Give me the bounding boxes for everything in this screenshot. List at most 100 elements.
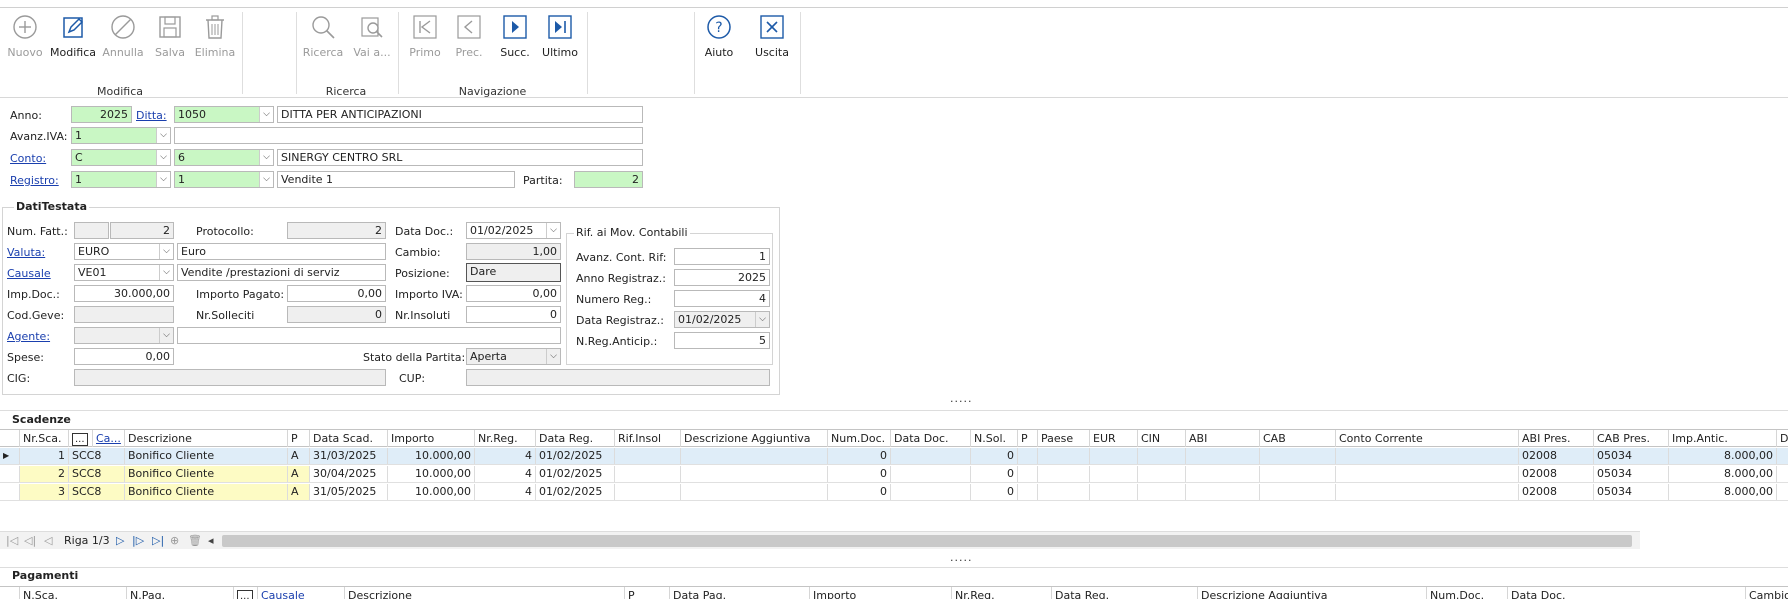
cell-n-sol[interactable]: 0 — [971, 448, 1018, 464]
n-reg-anticip-field[interactable]: 5 — [674, 332, 770, 349]
col-da[interactable]: Da — [1777, 430, 1788, 447]
cell-descrizione-aggiuntiva[interactable] — [681, 448, 828, 464]
cell-p2[interactable] — [1018, 466, 1038, 482]
col-importo[interactable]: Importo — [810, 587, 952, 599]
chevron-down-icon[interactable]: ⌵ — [156, 128, 170, 143]
nav-add-icon[interactable]: ⊕ — [170, 532, 179, 550]
col-p[interactable]: P — [288, 430, 310, 447]
chevron-down-icon[interactable]: ⌵ — [159, 328, 173, 343]
col-descrizione[interactable]: Descrizione — [345, 587, 625, 599]
cell-p[interactable]: A — [288, 448, 310, 464]
anno-field[interactable]: 2025 — [71, 106, 132, 123]
table-row[interactable]: ▶ 1 SCC8 Bonifico Cliente A 31/03/2025 1… — [0, 448, 1788, 465]
num-fatt-prefix-field[interactable] — [74, 222, 109, 239]
causale-link[interactable]: Causale — [7, 267, 51, 280]
cell-imp-antic[interactable]: 8.000,00 — [1669, 484, 1777, 500]
importo-iva-field[interactable]: 0,00 — [466, 285, 561, 302]
nav-last-icon[interactable]: ▷| — [152, 532, 164, 550]
cell-importo[interactable]: 10.000,00 — [388, 466, 475, 482]
cell-cab[interactable] — [1260, 448, 1336, 464]
ditta-code-field[interactable]: 1050 ⌵ — [174, 106, 274, 123]
cell-cab-pres[interactable]: 05034 — [1594, 448, 1669, 464]
succ-button[interactable]: Succ. — [490, 14, 540, 59]
ditta-name-field[interactable]: DITTA PER ANTICIPAZIONI — [277, 106, 643, 123]
cell-rif-insol[interactable] — [615, 484, 681, 500]
chevron-down-icon[interactable]: ⌵ — [755, 312, 769, 327]
cell-nr-reg[interactable]: 4 — [475, 448, 536, 464]
col-data-doc[interactable]: Data Doc. — [891, 430, 971, 447]
importo-pagato-field[interactable]: 0,00 — [287, 285, 386, 302]
col-abi[interactable]: ABI — [1186, 430, 1260, 447]
protocollo-field[interactable]: 2 — [287, 222, 386, 239]
nav-prev-page-icon[interactable]: ◁| — [24, 532, 36, 550]
chevron-down-icon[interactable]: ⌵ — [156, 150, 170, 165]
cell-importo[interactable]: 10.000,00 — [388, 484, 475, 500]
cell-cab-pres[interactable]: 05034 — [1594, 484, 1669, 500]
cell-abi-pres[interactable]: 02008 — [1519, 466, 1594, 482]
col-nr-sca[interactable]: Nr.Sca. — [20, 430, 69, 447]
causale-field[interactable]: VE01 ⌵ — [74, 264, 174, 281]
cup-field[interactable] — [466, 369, 770, 386]
cell-descrizione[interactable]: Bonifico Cliente — [125, 466, 288, 482]
agente-desc-field[interactable] — [177, 327, 561, 344]
col-descrizione[interactable]: Descrizione — [125, 430, 288, 447]
cell-abi[interactable] — [1186, 466, 1260, 482]
cell-descrizione[interactable]: Bonifico Cliente — [125, 484, 288, 500]
col-cab[interactable]: CAB — [1260, 430, 1336, 447]
registro-name-field[interactable]: Vendite 1 — [277, 171, 515, 188]
registro-field-2[interactable]: 1 ⌵ — [174, 171, 274, 188]
col-cin[interactable]: CIN — [1138, 430, 1186, 447]
cell-nr-sca[interactable]: 3 — [20, 484, 69, 500]
ditta-link[interactable]: Ditta: — [136, 109, 167, 122]
cell-imp-antic[interactable]: 8.000,00 — [1669, 466, 1777, 482]
cig-field[interactable] — [74, 369, 386, 386]
cell-p[interactable]: A — [288, 466, 310, 482]
cell-p2[interactable] — [1018, 448, 1038, 464]
conto-link[interactable]: Conto: — [10, 152, 46, 165]
salva-button[interactable]: Salva — [145, 14, 195, 59]
cell-abi[interactable] — [1186, 484, 1260, 500]
cell-nr-sca[interactable]: 2 — [20, 466, 69, 482]
cell-descrizione-aggiuntiva[interactable] — [681, 466, 828, 482]
col-paese[interactable]: Paese — [1038, 430, 1090, 447]
valuta-desc-field[interactable]: Euro — [177, 243, 386, 260]
stato-partita-field[interactable]: Aperta ⌵ — [466, 348, 561, 365]
uscita-button[interactable]: Uscita — [747, 14, 797, 59]
cell-n-sol[interactable]: 0 — [971, 466, 1018, 482]
cell-rif-insol[interactable] — [615, 466, 681, 482]
cell-cin[interactable] — [1138, 484, 1186, 500]
splitter-handle[interactable]: ..... — [950, 551, 972, 564]
col-ellipsis-button[interactable]: ... — [234, 587, 258, 599]
col-n-sca[interactable]: N.Sca. — [20, 587, 127, 599]
cell-data-scad[interactable]: 30/04/2025 — [310, 466, 388, 482]
vai-a-button[interactable]: Vai a... — [347, 14, 397, 59]
chevron-down-icon[interactable]: ⌵ — [546, 223, 560, 238]
cell-data-doc[interactable] — [891, 466, 971, 482]
cell-descrizione-aggiuntiva[interactable] — [681, 484, 828, 500]
nr-insoluti-field[interactable]: 0 — [466, 306, 561, 323]
col-num-doc[interactable]: Num.Doc. — [828, 430, 891, 447]
chevron-down-icon[interactable]: ⌵ — [259, 107, 273, 122]
cell-nr-sca[interactable]: 1 — [20, 448, 69, 464]
col-n-sol[interactable]: N.Sol. — [971, 430, 1018, 447]
valuta-link[interactable]: Valuta: — [7, 246, 45, 259]
col-descrizione-aggiuntiva[interactable]: Descrizione Aggiuntiva — [1198, 587, 1427, 599]
cell-paese[interactable] — [1038, 484, 1090, 500]
cell-conto-corrente[interactable] — [1336, 448, 1519, 464]
cell-eur[interactable] — [1090, 484, 1138, 500]
agente-field[interactable]: ⌵ — [74, 327, 174, 344]
splitter-handle[interactable]: ..... — [950, 392, 972, 405]
col-conto-corrente[interactable]: Conto Corrente — [1336, 430, 1519, 447]
cell-abi-pres[interactable]: 02008 — [1519, 448, 1594, 464]
col-nr-reg[interactable]: Nr.Reg. — [952, 587, 1052, 599]
causale-desc-field[interactable]: Vendite /prestazioni di serviz — [177, 264, 386, 281]
cell-eur[interactable] — [1090, 448, 1138, 464]
agente-link[interactable]: Agente: — [7, 330, 50, 343]
col-cambio[interactable]: Cambio — [1746, 587, 1788, 599]
cambio-field[interactable]: 1,00 — [466, 243, 561, 260]
col-data-reg[interactable]: Data Reg. — [1052, 587, 1198, 599]
registro-field-1[interactable]: 1 ⌵ — [71, 171, 171, 188]
cell-p2[interactable] — [1018, 484, 1038, 500]
conto-code-field[interactable]: 6 ⌵ — [174, 149, 274, 166]
table-row[interactable]: 3 SCC8 Bonifico Cliente A 31/05/2025 10.… — [0, 484, 1788, 501]
